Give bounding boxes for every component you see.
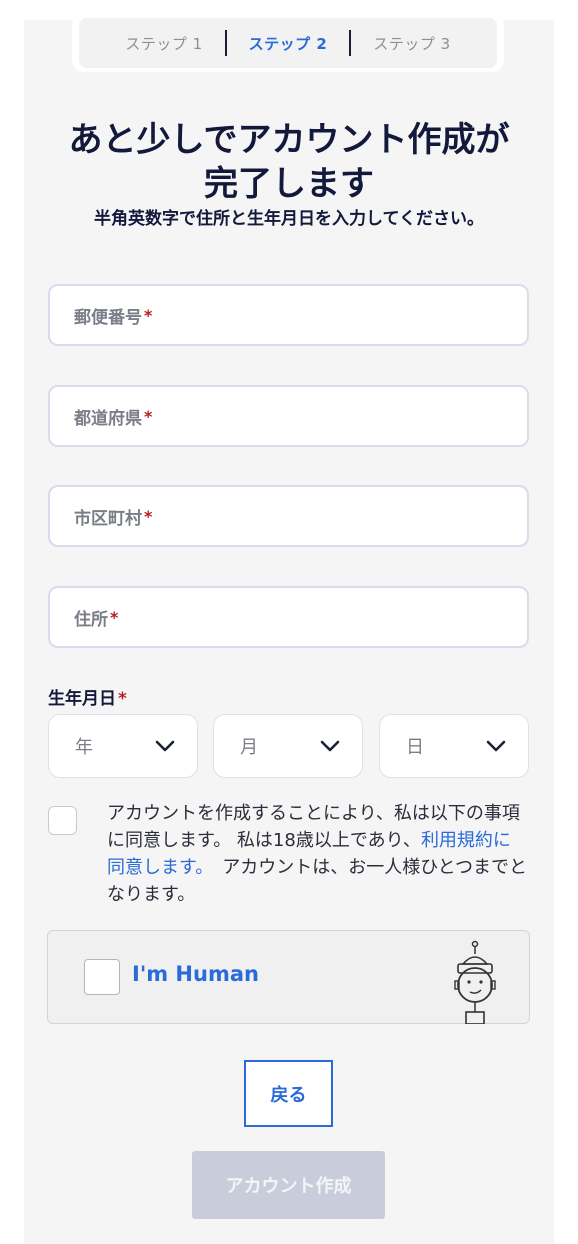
step-3: ステップ 3 [373, 34, 451, 53]
back-button[interactable]: 戻る [244, 1060, 333, 1127]
step-1: ステップ 1 [125, 34, 203, 53]
robot-icon [454, 940, 496, 1024]
dob-month-select[interactable]: 月 [213, 714, 363, 778]
dob-year-select[interactable]: 年 [48, 714, 198, 778]
terms-checkbox[interactable] [48, 806, 77, 835]
dob-day-value: 日 [406, 737, 424, 758]
terms-text: アカウントを作成することにより、私は以下の事項に同意します。 私は18歳以上であ… [107, 800, 527, 908]
address-placeholder: 住所 [74, 609, 108, 630]
required-mark: * [144, 406, 153, 426]
chevron-down-icon [155, 740, 175, 752]
page-title-line-1: あと少しでアカウント作成が [68, 120, 510, 160]
required-mark: * [144, 305, 153, 325]
required-mark: * [118, 689, 127, 709]
captcha-checkbox[interactable] [84, 959, 120, 995]
page-title: あと少しでアカウント作成が 完了します [24, 118, 554, 206]
create-account-button[interactable]: アカウント作成 [192, 1151, 385, 1219]
dob-year-value: 年 [75, 737, 93, 758]
required-mark: * [110, 607, 119, 627]
prefecture-placeholder: 都道府県 [74, 408, 142, 429]
captcha-label: I'm Human [132, 962, 259, 986]
required-mark: * [144, 506, 153, 526]
dob-month-value: 月 [240, 737, 258, 758]
dob-label-text: 生年月日 [48, 689, 116, 709]
step-2: ステップ 2 [248, 34, 328, 53]
city-placeholder: 市区町村 [74, 508, 142, 529]
page-subtitle: 半角英数字で住所と生年月日を入力してください。 [94, 209, 484, 229]
address-input[interactable]: 住所 * [48, 586, 529, 648]
step-indicator-inner: ステップ 1 ステップ 2 ステップ 3 [79, 18, 497, 68]
dob-day-select[interactable]: 日 [379, 714, 529, 778]
prefecture-input[interactable]: 都道府県 * [48, 385, 529, 447]
postal-code-input[interactable]: 郵便番号 * [48, 284, 529, 346]
postal-code-placeholder: 郵便番号 [74, 307, 142, 328]
chevron-down-icon [320, 740, 340, 752]
page-title-line-2: 完了します [204, 164, 374, 204]
chevron-down-icon [486, 740, 506, 752]
city-input[interactable]: 市区町村 * [48, 485, 529, 547]
dob-label: 生年月日 * [48, 684, 127, 709]
